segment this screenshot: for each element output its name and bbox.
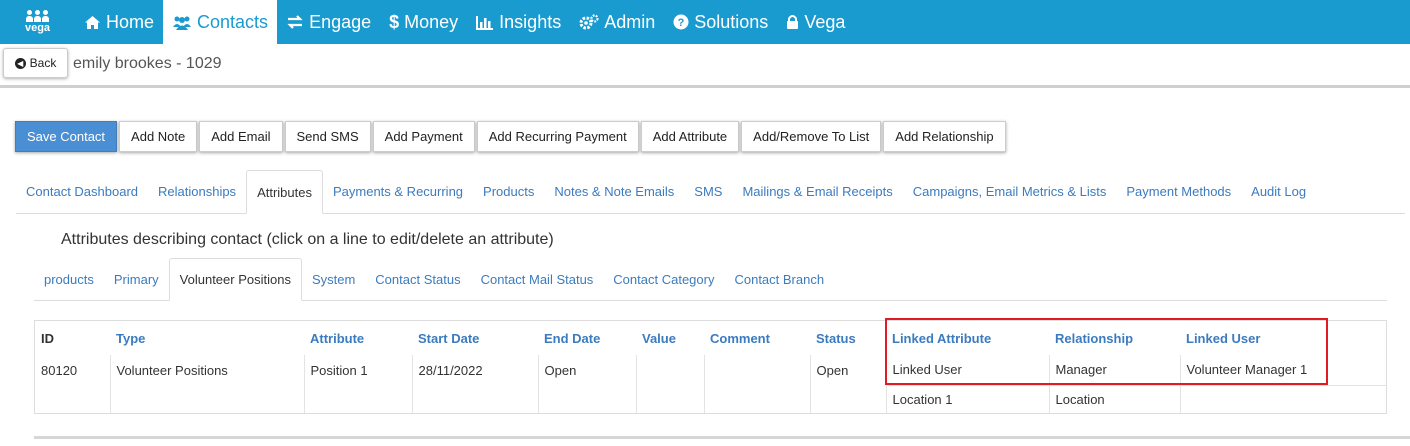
column-header-attribute[interactable]: Attribute (304, 321, 412, 355)
logo-text: vega (24, 22, 51, 34)
cell-status: Open (810, 355, 887, 413)
tab-audit-log[interactable]: Audit Log (1241, 170, 1316, 213)
column-header-relationship[interactable]: Relationship (1049, 321, 1180, 355)
nav-item-engage[interactable]: Engage (277, 0, 380, 44)
people-logo-icon (26, 10, 49, 22)
tab-volunteer-positions[interactable]: Volunteer Positions (168, 258, 302, 301)
nav-item-label: Home (106, 11, 155, 32)
cell-comment (704, 355, 811, 413)
nav-item-label: Solutions (694, 11, 769, 32)
table-row[interactable]: 80120 Volunteer Positions Position 1 28/… (35, 355, 1386, 413)
tab-payments-recurring[interactable]: Payments & Recurring (323, 170, 473, 213)
attribute-category-tabs: products Primary Volunteer Positions Sys… (34, 258, 1387, 301)
cell-linked-attribute: Location 1 (886, 384, 1050, 413)
panel-bottom-border (34, 436, 1410, 439)
cell-linked-user: Volunteer Manager 1 (1186, 362, 1308, 378)
attributes-description: Attributes describing contact (click on … (61, 231, 554, 248)
top-nav: vega Home Contacts Engage $ Money Insigh… (0, 0, 1410, 44)
nav-item-label: Admin (604, 11, 656, 32)
dollar-icon: $ (389, 11, 400, 32)
back-button-label: Back (29, 56, 57, 70)
tab-campaigns-email-metrics-lists[interactable]: Campaigns, Email Metrics & Lists (903, 170, 1117, 213)
add-remove-to-list-button[interactable]: Add/Remove To List (741, 121, 882, 152)
column-header-comment[interactable]: Comment (704, 321, 810, 355)
arrow-circle-left-icon: ◀ (14, 57, 26, 69)
tab-mailings-email-receipts[interactable]: Mailings & Email Receipts (732, 170, 902, 213)
add-relationship-button[interactable]: Add Relationship (883, 121, 1006, 152)
cell-relationship: Location (1049, 384, 1181, 413)
nav-item-label: Engage (309, 11, 372, 32)
tab-contact-dashboard[interactable]: Contact Dashboard (16, 170, 148, 213)
tab-products[interactable]: Products (473, 170, 544, 213)
nav-item-money[interactable]: $ Money (380, 0, 467, 44)
nav-item-label: Vega (804, 11, 846, 32)
contact-header: ◀ Back emily brookes - 1029 (0, 44, 1410, 86)
column-header-value[interactable]: Value (636, 321, 704, 355)
cell-linked-attribute: Linked User (886, 355, 1050, 385)
column-header-id: ID (41, 330, 54, 346)
tab-relationships[interactable]: Relationships (148, 170, 246, 213)
add-recurring-payment-button[interactable]: Add Recurring Payment (476, 121, 639, 152)
tab-notes-note-emails[interactable]: Notes & Note Emails (544, 170, 684, 213)
column-header-end-date[interactable]: End Date (538, 321, 636, 355)
attributes-table: ID Type Attribute Start Date End Date Va… (34, 320, 1387, 414)
nav-item-admin[interactable]: Admin (570, 0, 664, 44)
cell-type: Volunteer Positions (110, 355, 305, 413)
nav-item-home[interactable]: Home (75, 0, 163, 44)
svg-text:?: ? (678, 17, 685, 29)
vega-logo[interactable]: vega (0, 0, 75, 44)
nav-item-contacts[interactable]: Contacts (163, 0, 278, 44)
tab-payment-methods[interactable]: Payment Methods (1116, 170, 1241, 213)
tab-sms[interactable]: SMS (684, 170, 732, 213)
home-icon (84, 15, 101, 30)
cell-linked-user (1180, 384, 1386, 413)
column-header-linked-user[interactable]: Linked User (1180, 321, 1386, 355)
cogs-icon (579, 14, 599, 30)
nav-item-insights[interactable]: Insights (467, 0, 570, 44)
send-sms-button[interactable]: Send SMS (284, 121, 371, 152)
tab-primary[interactable]: Primary (104, 258, 169, 300)
tab-contact-branch[interactable]: Contact Branch (724, 258, 834, 300)
users-icon (172, 15, 192, 30)
nav-item-vega[interactable]: Vega (777, 0, 854, 44)
nav-item-label: Money (404, 11, 459, 32)
cell-value (636, 355, 705, 413)
tab-system[interactable]: System (302, 258, 365, 300)
exchange-icon (286, 15, 304, 29)
question-circle-icon: ? (673, 14, 689, 30)
cell-id: 80120 (35, 355, 111, 413)
tab-contact-status[interactable]: Contact Status (365, 258, 470, 300)
nav-item-label: Contacts (197, 11, 269, 32)
column-header-start-date[interactable]: Start Date (412, 321, 538, 355)
action-toolbar: Save Contact Add Note Add Email Send SMS… (15, 121, 1006, 152)
add-attribute-button[interactable]: Add Attribute (640, 121, 740, 152)
tab-products[interactable]: products (34, 258, 104, 300)
back-button[interactable]: ◀ Back (3, 48, 68, 78)
table-header-row: ID Type Attribute Start Date End Date Va… (35, 321, 1386, 355)
tab-attributes[interactable]: Attributes (246, 170, 323, 214)
tab-contact-category[interactable]: Contact Category (603, 258, 724, 300)
contact-tabs: Contact Dashboard Relationships Attribut… (16, 170, 1405, 214)
add-payment-button[interactable]: Add Payment (372, 121, 475, 152)
save-contact-button[interactable]: Save Contact (15, 121, 118, 152)
column-header-linked-attribute[interactable]: Linked Attribute (886, 321, 1049, 355)
column-header-type[interactable]: Type (110, 321, 304, 355)
add-email-button[interactable]: Add Email (199, 121, 283, 152)
add-note-button[interactable]: Add Note (119, 121, 198, 152)
nav-item-label: Insights (499, 11, 562, 32)
column-header-status[interactable]: Status (810, 321, 886, 355)
cell-relationship: Manager (1049, 355, 1181, 385)
nav-item-solutions[interactable]: ? Solutions (664, 0, 777, 44)
header-divider (0, 85, 1410, 88)
cell-end-date: Open (538, 355, 637, 413)
contact-title: emily brookes - 1029 (73, 55, 222, 72)
cell-start-date: 28/11/2022 (412, 355, 539, 413)
tab-contact-mail-status[interactable]: Contact Mail Status (471, 258, 604, 300)
cell-attribute: Position 1 (304, 355, 413, 413)
bar-chart-icon (476, 15, 494, 30)
lock-icon (786, 14, 799, 30)
